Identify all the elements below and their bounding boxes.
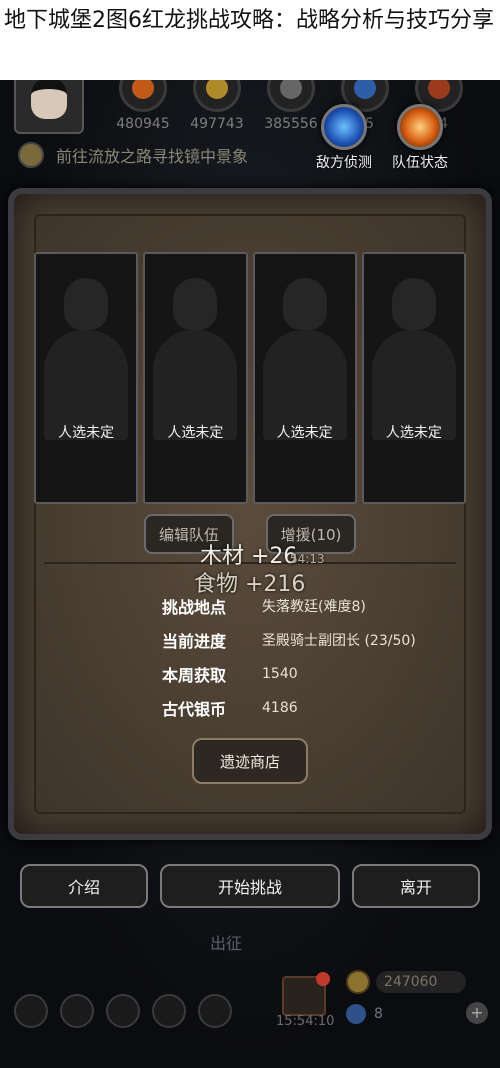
gold-counter: 247060 [346,970,466,994]
info-key: 当前进度 [162,632,227,651]
menu-icon[interactable] [14,994,48,1028]
silhouette-icon [64,278,109,330]
gem-counter: 8 [346,1004,383,1024]
team-slot[interactable]: 人选未定 [34,252,139,504]
info-value: 4186 [262,700,298,716]
leave-button[interactable]: 离开 [352,864,480,908]
info-value: 失落教廷(难度8) [262,599,366,615]
start-challenge-button[interactable]: 开始挑战 [160,864,340,908]
add-currency-button[interactable]: + [466,1002,488,1024]
silhouette-icon [391,278,436,330]
resource-value: 497743 [190,116,244,132]
menu-icon[interactable] [106,994,140,1028]
team-slot[interactable]: 人选未定 [143,252,248,504]
quest-tracker[interactable]: 前往流放之路寻找镜中景象 [18,142,248,168]
quest-icon [18,142,44,168]
info-value: 圣殿骑士副团长 (23/50) [262,633,416,649]
gem-icon [346,1004,366,1024]
eye-orb-icon [321,104,367,150]
team-slots: 人选未定 人选未定 人选未定 人选未定 [34,252,466,504]
team-slot[interactable]: 人选未定 [252,252,357,504]
deploy-label[interactable]: 出征 [210,930,242,954]
intro-button[interactable]: 介绍 [20,864,148,908]
chest-timer: 15:54:10 [276,1014,335,1029]
gold-value: 247060 [376,971,466,993]
avatar-face-icon [31,77,67,119]
info-key: 本周获取 [162,666,227,685]
info-row-coins: 古代银币 4186 [162,696,298,720]
info-value: 1540 [262,666,298,682]
info-row-weekly: 本周获取 1540 [162,662,298,686]
silhouette-icon [173,278,218,330]
resource-value: 480945 [116,116,170,132]
info-key: 古代银币 [162,700,227,719]
flame-orb-icon [397,104,443,150]
silhouette-icon [282,278,327,330]
float-timer: 54:13 [290,552,325,566]
info-row-progress: 当前进度 圣殿骑士副团长 (23/50) [162,628,416,652]
menu-icon[interactable] [198,994,232,1028]
team-status-button[interactable]: 队伍状态 [380,104,460,172]
team-slot[interactable]: 人选未定 [361,252,466,504]
slot-label: 人选未定 [58,425,115,441]
quest-text: 前往流放之路寻找镜中景象 [56,147,249,166]
menu-icon[interactable] [60,994,94,1028]
slot-label: 人选未定 [276,425,333,441]
food-gain-text: 食物 +216 [194,572,306,597]
bottom-icon-bar [14,994,232,1028]
gem-value: 8 [374,1006,383,1022]
notification-badge [316,972,330,986]
team-status-label: 队伍状态 [392,155,448,171]
slot-label: 人选未定 [385,425,442,441]
enemy-scout-label: 敌方侦测 [316,155,372,171]
slot-label: 人选未定 [167,425,224,441]
menu-icon[interactable] [152,994,186,1028]
article-title: 地下城堡2图6红龙挑战攻略：战略分析与技巧分享 [0,0,500,80]
relic-shop-button[interactable]: 遗迹商店 [192,738,308,784]
coin-icon [346,970,370,994]
gift-chest-icon[interactable] [282,972,330,1016]
enemy-scout-button[interactable]: 敌方侦测 [304,104,384,172]
